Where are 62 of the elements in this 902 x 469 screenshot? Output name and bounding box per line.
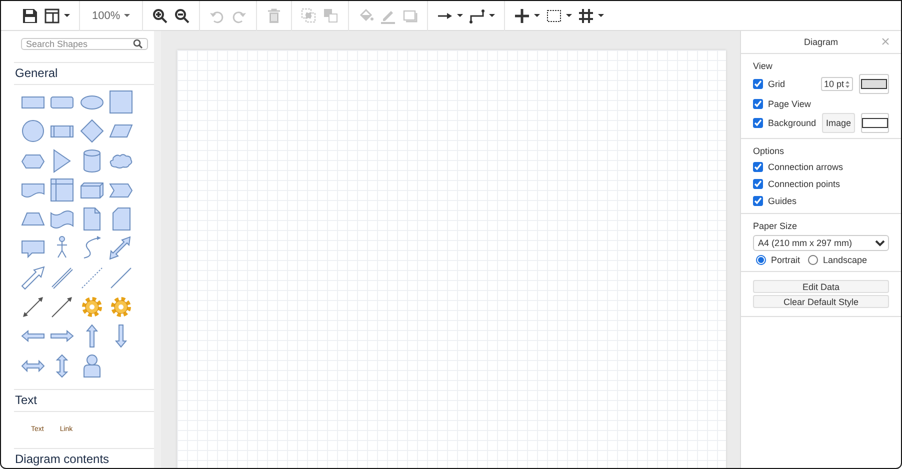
zoom-dropdown[interactable]: 100% bbox=[86, 4, 136, 26]
close-icon[interactable] bbox=[882, 38, 889, 45]
to-back-icon bbox=[323, 8, 340, 24]
checkbox[interactable] bbox=[753, 98, 763, 108]
shadow-icon bbox=[402, 8, 418, 24]
checkbox-label: Page View bbox=[768, 98, 811, 108]
checkbox-label: Connection points bbox=[768, 178, 840, 188]
grid-size-field[interactable]: 10 pt bbox=[821, 77, 853, 91]
checkbox-label: Grid bbox=[768, 79, 786, 89]
to-front-icon bbox=[301, 8, 318, 24]
caret-icon bbox=[489, 14, 496, 17]
grid-color-swatch[interactable] bbox=[859, 74, 889, 94]
grid-icon bbox=[578, 8, 594, 24]
radio-label: Landscape bbox=[823, 255, 868, 265]
panel-button[interactable]: Edit Data bbox=[753, 280, 889, 293]
section-title: Paper Size bbox=[753, 221, 798, 231]
checkbox[interactable] bbox=[753, 196, 763, 206]
radio-button[interactable] bbox=[808, 255, 818, 265]
zoom-out-icon bbox=[174, 8, 190, 24]
double-line-shape-icon[interactable] bbox=[49, 264, 76, 291]
panel-button[interactable]: Clear Default Style bbox=[753, 295, 889, 308]
panel-title: Diagram bbox=[804, 37, 838, 47]
layout-icon bbox=[44, 8, 60, 24]
spinner-icon[interactable] bbox=[845, 80, 850, 88]
checkbox-label: Connection arrows bbox=[768, 162, 844, 172]
waypoints-icon bbox=[469, 8, 486, 24]
diamond-shape-icon[interactable] bbox=[78, 118, 105, 144]
table-icon bbox=[546, 8, 562, 24]
section-title: View bbox=[753, 61, 774, 71]
checkbox[interactable] bbox=[753, 118, 763, 128]
checkbox[interactable] bbox=[753, 79, 763, 89]
fill-color-icon bbox=[358, 8, 374, 24]
section-title: Options bbox=[753, 146, 786, 156]
background-color-swatch[interactable] bbox=[861, 113, 889, 133]
delete-icon bbox=[266, 8, 282, 24]
section-title[interactable]: Diagram contents bbox=[14, 448, 154, 468]
save-icon bbox=[22, 8, 38, 24]
radio-button[interactable] bbox=[756, 255, 766, 265]
paper-size-dropdown[interactable]: A4 (210 mm x 297 mm) bbox=[753, 235, 889, 251]
search-icon bbox=[133, 39, 143, 49]
checkbox[interactable] bbox=[753, 178, 763, 188]
section-title[interactable]: Text bbox=[14, 388, 154, 412]
caret-icon bbox=[566, 14, 572, 17]
checkbox[interactable] bbox=[753, 162, 763, 172]
caret-icon bbox=[534, 14, 540, 17]
line-shape-icon[interactable] bbox=[108, 264, 134, 291]
square-shape-icon[interactable] bbox=[108, 89, 134, 115]
checkbox-label: Guides bbox=[768, 196, 797, 206]
zoom-in-icon bbox=[152, 8, 168, 24]
insert-plus-icon bbox=[514, 8, 530, 24]
caret-icon bbox=[598, 14, 604, 17]
radio-label: Portrait bbox=[771, 255, 800, 265]
internal-storage-shape-icon[interactable] bbox=[49, 176, 76, 203]
caret-icon bbox=[457, 14, 464, 17]
search-shapes-field[interactable]: Search Shapes bbox=[21, 38, 148, 50]
checkbox-label: Background bbox=[768, 118, 816, 128]
diagonal-arrow-shape-icon[interactable] bbox=[20, 264, 46, 291]
caret-icon bbox=[64, 14, 70, 17]
section-title[interactable]: General bbox=[14, 62, 154, 85]
image-button[interactable]: Image bbox=[822, 113, 855, 133]
circle-shape-icon[interactable] bbox=[20, 118, 46, 144]
caret-icon bbox=[124, 14, 130, 17]
